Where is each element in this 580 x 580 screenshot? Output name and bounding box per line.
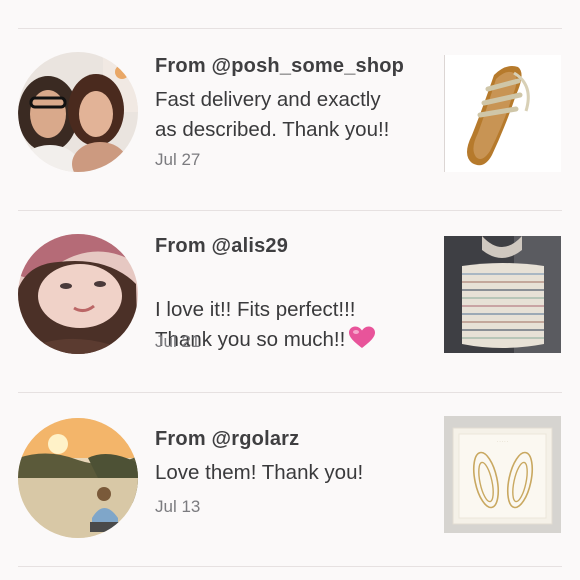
divider bbox=[18, 210, 562, 211]
reviewer-avatar[interactable] bbox=[18, 52, 138, 172]
review-item[interactable]: From @alis29 I love it!! Fits perfect!!!… bbox=[0, 212, 580, 392]
item-thumbnail[interactable] bbox=[444, 55, 561, 172]
reviewer-avatar[interactable] bbox=[18, 418, 138, 538]
divider bbox=[18, 28, 562, 29]
review-date: Jul 27 bbox=[155, 150, 201, 169]
pink-heart-icon bbox=[349, 326, 376, 359]
reviewer-name[interactable]: From @alis29 bbox=[155, 235, 288, 258]
review-item[interactable]: From @posh_some_shop Fast delivery and e… bbox=[0, 30, 580, 210]
reviewer-name[interactable]: From @rgolarz bbox=[155, 428, 299, 451]
divider bbox=[18, 392, 562, 393]
review-date: Jul 21 bbox=[155, 332, 201, 351]
beach-sunset-photo-icon bbox=[18, 418, 138, 538]
reviewer-avatar[interactable] bbox=[18, 234, 138, 354]
two-women-photo-icon bbox=[18, 52, 138, 172]
review-date: Jul 13 bbox=[155, 497, 201, 516]
earrings-icon: · · · · · bbox=[444, 416, 561, 533]
woman-selfie-photo-icon bbox=[18, 234, 138, 354]
item-thumbnail[interactable]: · · · · · bbox=[444, 416, 561, 533]
svg-text:· · · · ·: · · · · · bbox=[497, 439, 508, 444]
review-message: Love them! Thank you! bbox=[155, 461, 364, 484]
review-message: Fast delivery and exactly as described. … bbox=[155, 88, 390, 141]
review-item[interactable]: From @rgolarz Love them! Thank you! Jul … bbox=[0, 394, 580, 574]
striped-top-icon bbox=[444, 236, 561, 353]
sandal-icon bbox=[444, 55, 561, 172]
reviewer-name[interactable]: From @posh_some_shop bbox=[155, 55, 404, 78]
item-thumbnail[interactable] bbox=[444, 236, 561, 353]
divider bbox=[18, 566, 562, 567]
